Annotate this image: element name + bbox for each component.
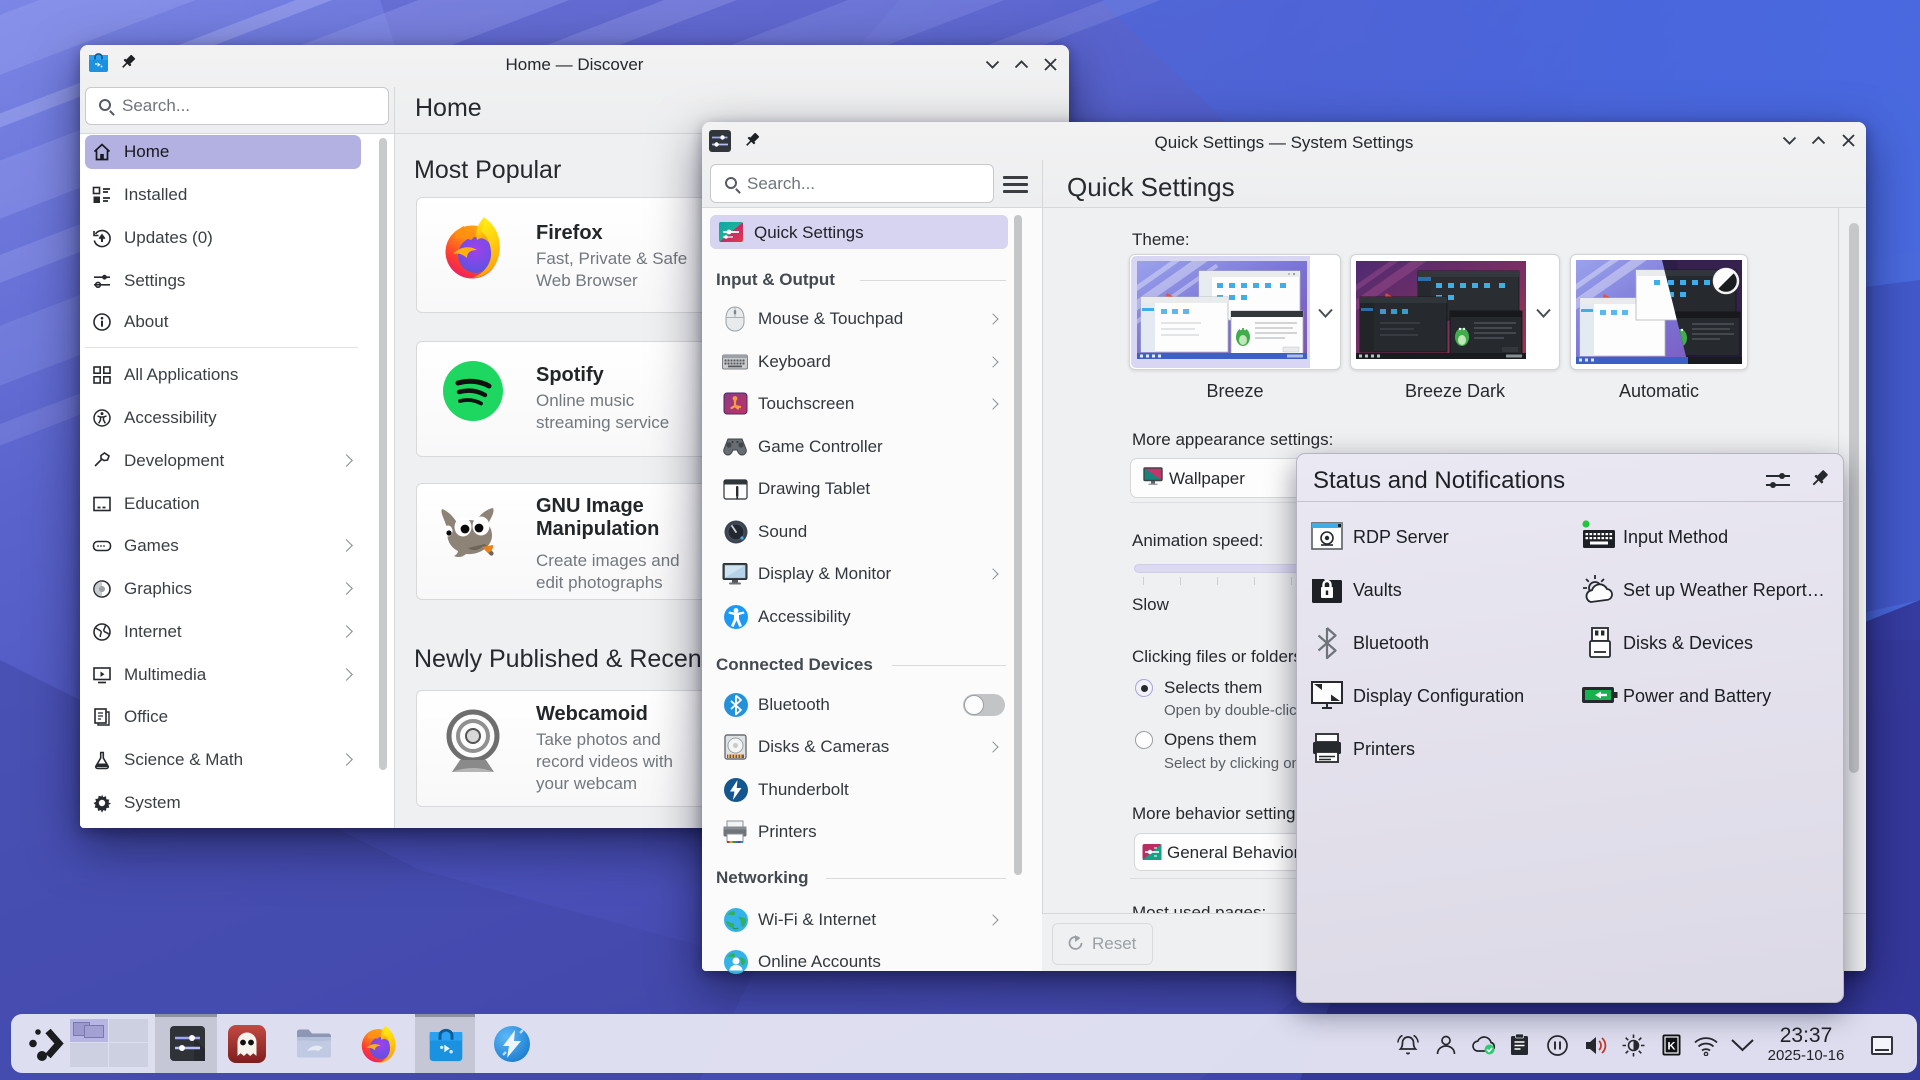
svg-text:K: K [1668, 1041, 1676, 1053]
